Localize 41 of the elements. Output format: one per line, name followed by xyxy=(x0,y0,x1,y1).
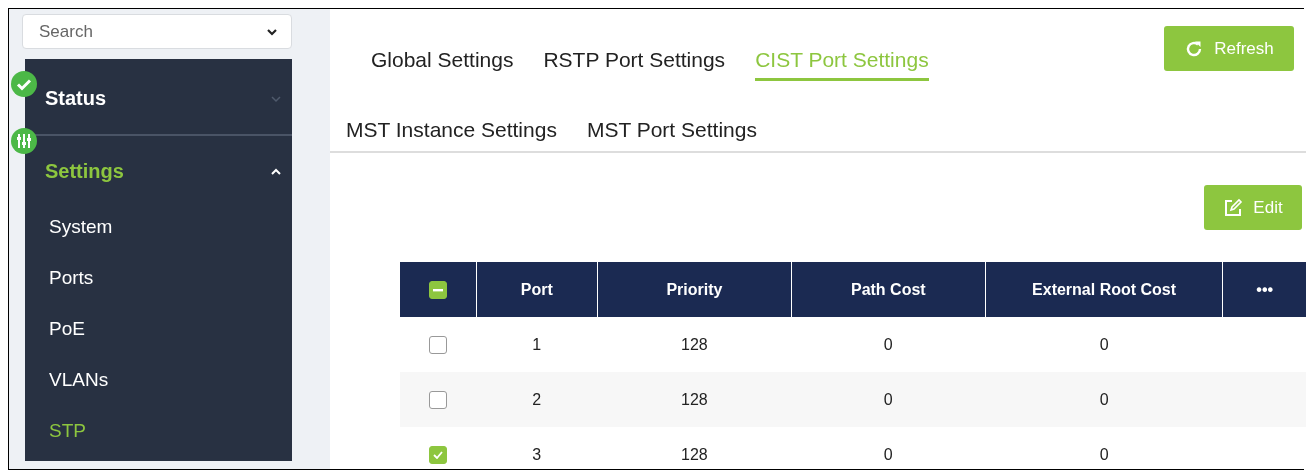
row-checkbox[interactable] xyxy=(429,390,448,409)
column-header: Priority xyxy=(666,280,723,298)
nav-item[interactable]: Ports xyxy=(25,258,292,309)
chevron-up-icon xyxy=(270,167,282,176)
nav-item[interactable]: System xyxy=(25,207,292,258)
chevron-down-icon xyxy=(270,94,282,103)
tab[interactable]: RSTP Port Settings xyxy=(543,47,726,81)
more-columns-menu[interactable]: ••• xyxy=(1256,280,1274,298)
column-header: Port xyxy=(520,280,553,298)
table-cell: 0 xyxy=(883,390,893,408)
nav-item[interactable]: STP xyxy=(25,411,292,462)
column-header: External Root Cost xyxy=(1032,280,1177,298)
tab[interactable]: Global Settings xyxy=(371,47,514,81)
table-cell: 0 xyxy=(1099,445,1109,463)
column-header: Path Cost xyxy=(850,280,926,298)
check-badge-icon xyxy=(11,71,37,97)
table-cell: 0 xyxy=(1099,335,1109,353)
edit-icon xyxy=(1223,197,1244,218)
tab[interactable]: MST Instance Settings xyxy=(346,117,557,151)
nav-item[interactable]: VLANs xyxy=(25,360,292,411)
tab[interactable]: MST Port Settings xyxy=(586,117,757,151)
table-cell: 0 xyxy=(883,335,893,353)
minus-icon xyxy=(432,287,443,292)
table-cell: 2 xyxy=(532,390,542,408)
table-cell: 0 xyxy=(1099,390,1109,408)
row-checkbox[interactable] xyxy=(429,445,448,464)
table-cell: 128 xyxy=(681,445,708,463)
table-cell: 0 xyxy=(883,445,893,463)
nav-section-header[interactable]: Status xyxy=(25,59,292,134)
nav-section-header[interactable]: Settings xyxy=(25,136,292,207)
check-icon xyxy=(433,450,444,459)
table-cell: 3 xyxy=(532,445,542,463)
table-cell: 128 xyxy=(681,390,708,408)
select-all-checkbox[interactable] xyxy=(428,280,447,299)
chevron-down-icon xyxy=(266,28,278,36)
row-checkbox[interactable] xyxy=(429,335,448,354)
search-field[interactable]: Search xyxy=(22,14,292,49)
nav-item[interactable]: PoE xyxy=(25,309,292,360)
table-cell: 1 xyxy=(532,335,542,353)
sliders-badge-icon xyxy=(11,128,37,154)
table-cell: 128 xyxy=(681,335,708,353)
